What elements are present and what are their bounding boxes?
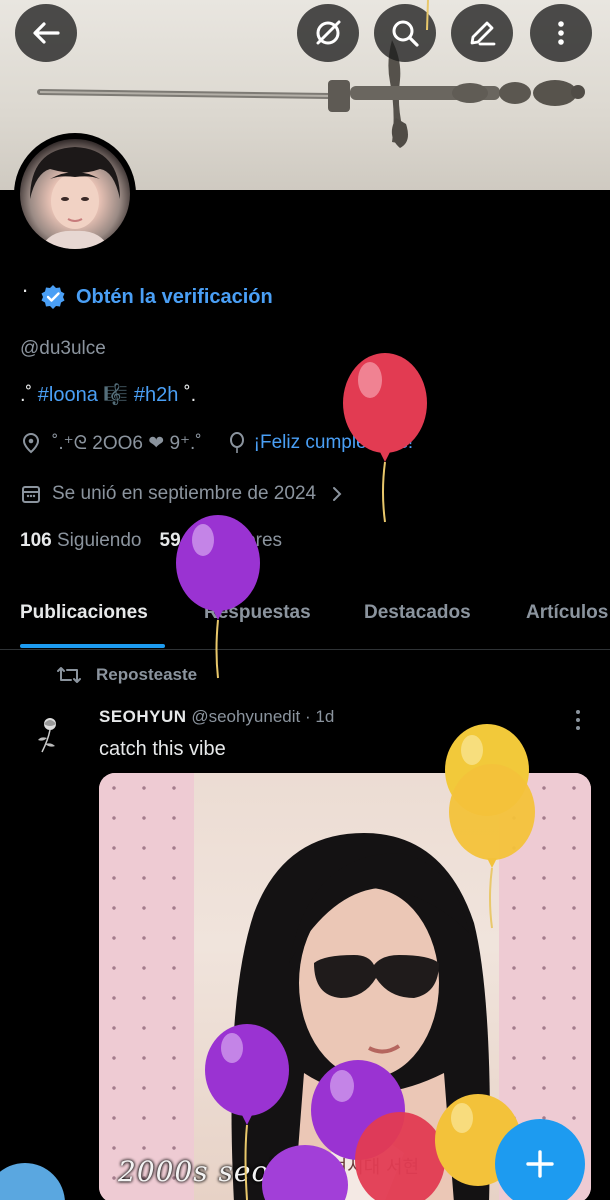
eye-off-icon xyxy=(316,20,341,45)
media-caption: 2000s seohyun xyxy=(118,1155,344,1188)
post-more-button[interactable] xyxy=(568,708,588,737)
verified-badge-icon xyxy=(41,285,65,309)
post-header: SEOHYUN @seohyunedit · 1d xyxy=(99,707,334,727)
avatar-photo xyxy=(30,147,120,249)
post-time: · 1d xyxy=(305,707,335,726)
profile-tabs: Publicaciones Respuestas Destacados Artí… xyxy=(0,592,610,650)
post-author-handle[interactable]: @seohyunedit xyxy=(191,707,300,726)
bio-music-emoji: 🎼 xyxy=(103,384,129,406)
repost-label: Reposteaste xyxy=(96,665,198,684)
search-icon xyxy=(392,20,419,47)
bio-suffix: ˚. xyxy=(183,384,197,406)
balloon-blue-corner xyxy=(0,1163,65,1200)
following-label: Siguiendo xyxy=(56,530,142,551)
tab-articles[interactable]: Artículos xyxy=(526,602,608,624)
profile-handle: @du3ulce xyxy=(20,338,106,359)
tab-replies[interactable]: Respuestas xyxy=(204,602,311,624)
woman-portrait: 소녀시대 서현 xyxy=(231,833,490,1200)
post-author-avatar[interactable] xyxy=(28,712,74,758)
followers-count: 59 xyxy=(159,530,181,551)
profile-bio: .˚ #loona 🎼 #h2h ˚. xyxy=(20,382,196,407)
back-button[interactable] xyxy=(15,4,77,62)
tab-posts[interactable]: Publicaciones xyxy=(20,602,148,624)
hashtag-loona[interactable]: #loona xyxy=(38,384,98,406)
calendar-icon xyxy=(22,486,40,503)
chevron-right-icon[interactable] xyxy=(328,485,346,503)
post-author-name[interactable]: SEOHYUN xyxy=(99,707,187,726)
media-photo: 소녀시대 서현 xyxy=(194,773,499,1200)
location-pin-icon xyxy=(22,432,40,454)
tab-highlights[interactable]: Destacados xyxy=(364,602,471,624)
following-link[interactable]: 106 Siguiendo xyxy=(20,530,142,552)
plus-icon xyxy=(526,1150,554,1178)
followers-label: Seguidores xyxy=(185,530,283,551)
compose-post-button[interactable] xyxy=(495,1119,585,1200)
location-text: ˚.⁺ᘓ 2OO6 ❤ 9⁺.˚ xyxy=(52,432,202,454)
birthday-link[interactable]: ¡Feliz cumpleaños! xyxy=(254,432,413,454)
profile-meta-joined: Se unió en septiembre de 2024 xyxy=(20,483,346,505)
edit-button[interactable] xyxy=(451,4,513,62)
joined-text: Se unió en septiembre de 2024 xyxy=(52,483,317,504)
profile-meta-location: ˚.⁺ᘓ 2OO6 ❤ 9⁺.˚ ¡Feliz cumpleaños! xyxy=(20,431,413,455)
hide-button[interactable] xyxy=(297,4,359,62)
more-vertical-icon xyxy=(558,21,564,45)
display-name: . xyxy=(22,272,29,297)
hashtag-h2h[interactable]: #h2h xyxy=(134,384,179,406)
rose-icon xyxy=(38,718,56,753)
active-tab-indicator xyxy=(20,644,165,648)
repost-icon xyxy=(57,667,81,683)
search-button[interactable] xyxy=(374,4,436,62)
following-count: 106 xyxy=(20,530,52,551)
follow-stats: 106 Siguiendo 59 Seguidores xyxy=(20,530,282,552)
followers-link[interactable]: 59 Seguidores xyxy=(160,530,283,552)
balloon-icon xyxy=(229,432,244,453)
get-verified-label: Obtén la verificación xyxy=(76,285,273,308)
more-options-button[interactable] xyxy=(530,4,592,62)
arrow-left-icon xyxy=(33,22,60,44)
post-text: catch this vibe xyxy=(99,738,226,760)
bio-prefix: .˚ xyxy=(20,384,33,406)
get-verified-link[interactable]: Obtén la verificación xyxy=(40,284,273,310)
profile-avatar[interactable] xyxy=(14,133,136,255)
pencil-icon xyxy=(470,21,496,46)
more-vertical-icon xyxy=(576,710,580,730)
media-left-border xyxy=(99,773,194,1200)
repost-indicator: Reposteaste xyxy=(56,664,197,686)
